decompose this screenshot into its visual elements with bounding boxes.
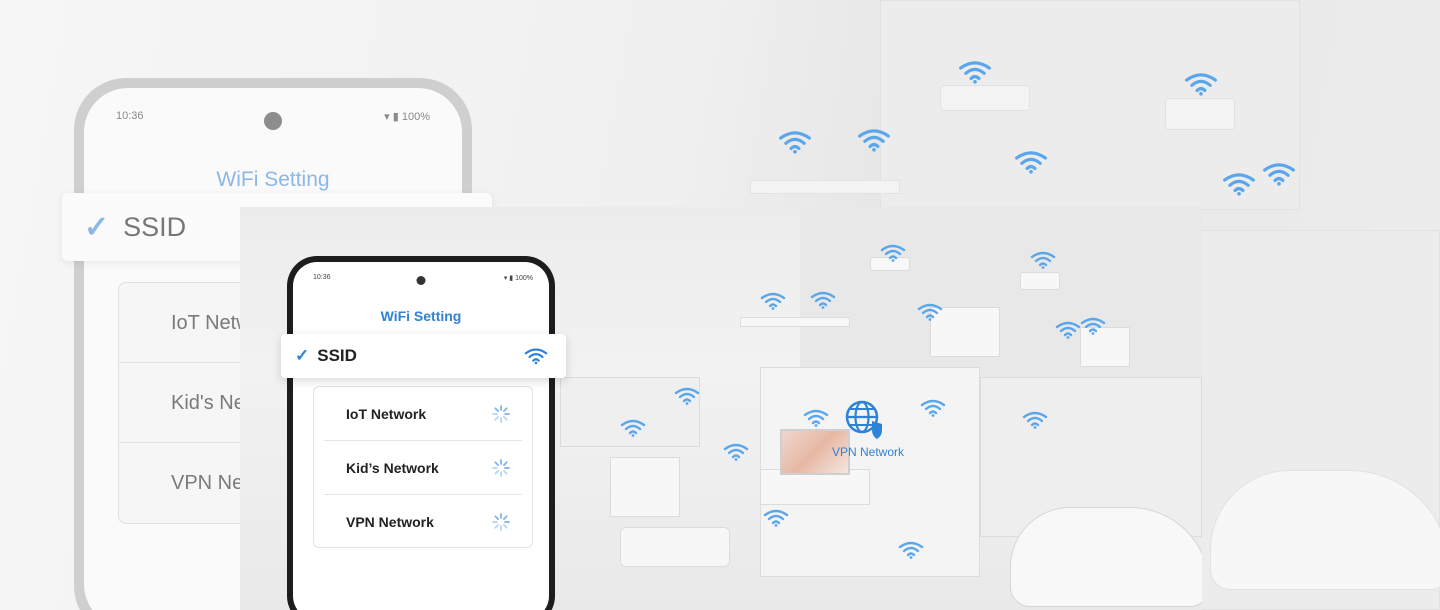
wifi-icon [763,509,789,527]
front-camera-icon [264,112,282,130]
network-label: Kid’s Network [346,459,439,476]
front-camera-icon [416,276,426,285]
phone-mockup: 10:36 ▾ ▮ 100% WiFi Setting IoT Network … [287,256,555,610]
network-item-vpn[interactable]: VPN Network [324,495,522,549]
loading-spinner-icon [492,405,510,423]
shield-icon [872,421,882,439]
ssid-label: SSID [317,346,357,365]
wifi-icon [1184,72,1218,96]
wifi-icon [880,244,906,262]
car-illustration [1010,507,1202,607]
network-item-kids[interactable]: Kid’s Network [324,441,522,495]
wifi-icon [674,387,700,405]
page-title: WiFi Setting [380,308,462,324]
status-battery: ▾ ▮ 100% [503,275,533,282]
wifi-icon [1055,321,1081,339]
wifi-icon [803,409,829,427]
wifi-icon [1080,317,1106,335]
check-icon: ✓ [84,210,110,244]
wifi-icon [1030,251,1056,269]
wifi-icon [760,292,786,310]
globe-icon [845,400,882,439]
wifi-icon [620,419,646,437]
wifi-icon [920,399,946,417]
ssid-label: SSID [123,211,187,242]
loading-spinner-icon [492,513,510,531]
wifi-icon [723,443,749,461]
network-item-iot[interactable]: IoT Network [324,387,522,441]
page-title: WiFi Setting [216,168,330,191]
loading-spinner-icon [492,459,510,477]
network-label: VPN Network [346,514,434,530]
vpn-network-label: VPN Network [832,445,905,459]
wifi-icon [898,541,924,559]
wifi-icon [524,348,548,365]
network-label: IoT Network [346,405,427,422]
wifi-icon [917,303,943,321]
network-list: IoT Network Kid’s Network VPN Network [313,386,533,548]
wifi-icon [1014,150,1048,174]
phone-screen: 10:36 ▾ ▮ 100% WiFi Setting IoT Network … [293,262,549,610]
wifi-icon [778,130,812,154]
hero-banner: 10:36 ▾ ▮ 100% WiFi Setting IoT Netw Kid… [0,0,1440,610]
wifi-icon [810,291,836,309]
wifi-icon [958,60,992,84]
wifi-icon [1222,172,1256,196]
status-battery: ▾ ▮ 100% [384,111,430,123]
wifi-icon [1262,162,1296,186]
wifi-icon [857,128,891,152]
status-time: 10:36 [313,274,331,281]
ssid-row[interactable]: ✓ SSID [281,334,566,378]
status-time: 10:36 [116,110,144,122]
check-icon: ✓ [295,346,310,365]
wifi-icon [1022,411,1048,429]
